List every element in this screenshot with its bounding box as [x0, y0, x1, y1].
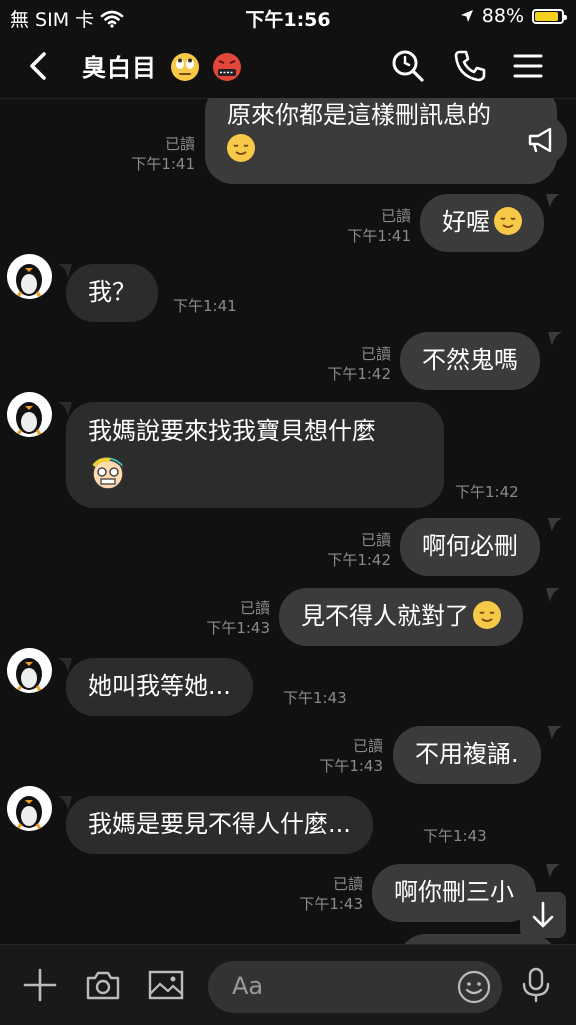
avatar[interactable] — [7, 254, 52, 299]
read-receipt: 已讀 — [360, 345, 391, 363]
message-text: 見不得人就對了 — [301, 602, 469, 630]
read-receipt: 已讀 — [380, 207, 411, 225]
message-time: 下午1:43 — [299, 895, 363, 913]
message-text: 原來你都是這樣刪訊息的 — [227, 101, 491, 129]
bubble-tail — [58, 264, 72, 278]
composer-bar: Aa — [0, 944, 576, 1025]
arrow-down-icon — [532, 901, 554, 928]
emoji-icon[interactable] — [456, 969, 492, 1005]
scroll-to-bottom-button[interactable] — [520, 892, 566, 938]
message-time: 下午1:42 — [455, 483, 519, 501]
message-bubble-incoming[interactable]: 我媽是要見不得人什麼... — [66, 796, 373, 854]
message-bubble-outgoing[interactable]: 不用複誦. — [393, 726, 541, 784]
location-arrow-icon — [460, 10, 473, 22]
status-right: 88% — [460, 5, 567, 27]
search-icon[interactable] — [390, 48, 426, 84]
message-meta: 已讀 下午1:41 — [131, 134, 195, 174]
cursing-emoji-icon — [212, 53, 241, 81]
message-bubble-outgoing[interactable]: 好喔 — [420, 194, 544, 252]
avatar[interactable] — [7, 648, 52, 693]
message-text: 我媽說要來找我寶貝想什麼 — [88, 417, 376, 445]
phone-icon[interactable] — [452, 48, 488, 84]
message-text: 她叫我等她... — [88, 672, 231, 700]
message-bubble-incoming[interactable]: 她叫我等她... — [66, 658, 253, 716]
message-time: 下午1:42 — [327, 551, 391, 569]
bubble-tail — [548, 726, 562, 740]
message-text: 不然鬼嗎 — [422, 346, 518, 374]
bubble-tail — [546, 864, 560, 878]
message-time: 下午1:43 — [319, 757, 383, 775]
avatar[interactable] — [7, 392, 52, 437]
chat-title[interactable]: 臭白目 — [82, 48, 242, 83]
plus-icon[interactable] — [20, 965, 60, 1005]
message-text: 啊何必刪 — [422, 532, 518, 560]
message-meta: 已讀 下午1:43 — [299, 874, 363, 914]
avatar[interactable] — [7, 786, 52, 831]
message-text: 不用複誦. — [415, 740, 519, 768]
read-receipt: 已讀 — [164, 135, 195, 153]
message-bubble-outgoing[interactable]: 啊何必刪 — [400, 518, 540, 576]
message-text: 啊你刪三小 — [394, 878, 514, 906]
relieved-emoji-icon — [494, 207, 522, 235]
status-bar: 無 SIM 卡 下午1:56 88% — [0, 0, 576, 34]
bubble-tail — [58, 402, 72, 416]
message-bubble-incoming[interactable]: 我？ — [66, 264, 158, 322]
image-icon[interactable] — [146, 965, 186, 1005]
message-time: 下午1:42 — [327, 365, 391, 383]
read-receipt: 已讀 — [352, 737, 383, 755]
message-meta: 已讀 下午1:43 — [206, 598, 270, 638]
message-text: 我？ — [88, 278, 136, 306]
relieved-emoji-icon — [473, 601, 501, 629]
message-input[interactable]: Aa — [208, 961, 502, 1013]
chevron-left-icon[interactable] — [22, 48, 56, 84]
bubble-tail — [548, 518, 562, 532]
message-input-placeholder: Aa — [232, 972, 264, 1000]
message-time: 下午1:43 — [283, 689, 347, 707]
message-text: 我媽是要見不得人什麼... — [88, 810, 351, 838]
chat-title-text: 臭白目 — [82, 54, 157, 82]
battery-percent: 88% — [481, 5, 524, 27]
message-bubble-outgoing[interactable]: 啊你刪三小 — [372, 864, 536, 922]
megaphone-icon — [528, 127, 552, 153]
message-meta: 已讀 下午1:43 — [319, 736, 383, 776]
battery-icon — [532, 8, 567, 24]
camera-icon[interactable] — [83, 965, 123, 1005]
message-bubble-incoming[interactable]: 我媽說要來找我寶貝想什麼 — [66, 402, 444, 508]
message-time: 下午1:43 — [423, 827, 487, 845]
message-list[interactable]: 原來你都是這樣刪訊息的 已讀 下午1:41 好喔 已讀 下午1:41 我？ 下午… — [0, 98, 576, 944]
message-meta: 已讀 下午1:42 — [327, 344, 391, 384]
eye-roll-emoji-icon — [171, 53, 200, 81]
read-receipt: 已讀 — [332, 875, 363, 893]
announcement-button[interactable] — [515, 114, 567, 166]
read-receipt: 已讀 — [239, 599, 270, 617]
bubble-tail — [58, 796, 72, 810]
message-bubble-outgoing[interactable]: 原來你都是這樣刪訊息的 — [205, 98, 557, 184]
bubble-tail — [548, 332, 562, 346]
chat-header: 臭白目 — [0, 34, 576, 99]
read-receipt: 已讀 — [360, 531, 391, 549]
message-time: 下午1:41 — [173, 297, 237, 315]
message-meta: 已讀 下午1:41 — [347, 206, 411, 246]
microphone-icon[interactable] — [516, 965, 556, 1005]
battery-fill — [535, 11, 558, 21]
bubble-tail — [546, 194, 560, 208]
menu-icon[interactable] — [510, 48, 546, 84]
sticker-face-icon — [92, 456, 124, 490]
message-time: 下午1:41 — [131, 155, 195, 173]
relieved-emoji-icon — [227, 134, 255, 162]
message-text: 好喔 — [442, 208, 490, 236]
message-bubble-outgoing[interactable]: 不然鬼嗎 — [400, 332, 540, 390]
bubble-tail — [546, 588, 560, 602]
message-time: 下午1:41 — [347, 227, 411, 245]
message-time: 下午1:43 — [206, 619, 270, 637]
message-meta: 已讀 下午1:42 — [327, 530, 391, 570]
bubble-tail — [58, 658, 72, 672]
message-bubble-outgoing[interactable]: 見不得人就對了 — [279, 588, 523, 646]
